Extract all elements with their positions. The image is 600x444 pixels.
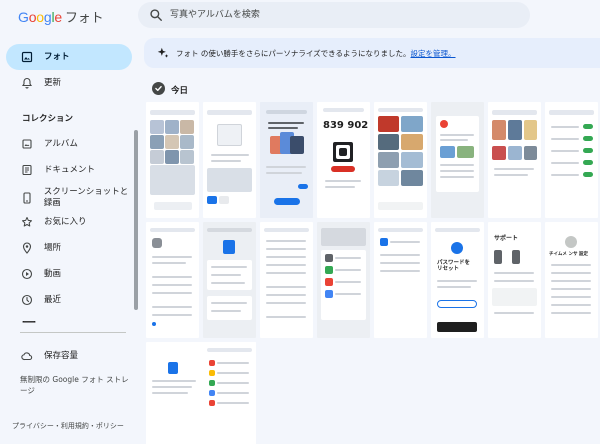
bell-icon (20, 76, 34, 90)
sidebar-item-more[interactable]: ー (6, 312, 132, 332)
photo-thumbnail[interactable] (374, 222, 427, 338)
google-photos-logo[interactable]: Google フォト (18, 7, 104, 26)
password-reset-title: パスワードを リセット (437, 260, 471, 272)
sidebar-item-photos[interactable]: フォト (6, 44, 132, 70)
sidebar-item-videos[interactable]: 動画 (6, 261, 132, 287)
photo-thumbnail[interactable] (203, 342, 256, 444)
sidebar-item-places[interactable]: 場所 (6, 235, 132, 261)
play-icon (20, 267, 34, 281)
sidebar-item-label: お気に入り (44, 216, 87, 227)
product-name: フォト (65, 11, 104, 26)
link-separator: ・ (88, 422, 96, 430)
sidebar-item-label: ー (21, 313, 38, 332)
photo-thumbnail[interactable] (545, 102, 598, 218)
sidebar-item-label: 場所 (44, 242, 62, 253)
policy-link[interactable]: ポリシー (96, 422, 124, 430)
screenshot-icon (20, 191, 34, 205)
date-heading: 今日 (171, 86, 189, 96)
sidebar-item-label: 最近 (44, 294, 62, 305)
sidebar-item-label: 保存容量 (44, 350, 79, 361)
search-icon[interactable] (149, 8, 163, 22)
photo-thumbnail[interactable] (260, 222, 313, 338)
sidebar-scrollbar[interactable] (134, 130, 138, 310)
logo-word: Google (18, 9, 62, 25)
sidebar-item-updates[interactable]: 更新 (6, 70, 132, 96)
storage-description: 無制限の Google フォト ストレージ (20, 375, 129, 395)
photo-thumbnail[interactable]: チイムメ ンサ 設定 (545, 222, 598, 338)
photo-thumbnail[interactable] (260, 102, 313, 218)
footer-links: プライバシー・利用規約・ポリシー (12, 421, 124, 431)
link-separator: ・ (53, 422, 61, 430)
check-icon (155, 85, 162, 92)
photo-thumbnail[interactable]: 839 902 (317, 102, 370, 218)
account-name: チイムメ ンサ 設定 (549, 252, 589, 257)
sidebar-item-label: ドキュメント (44, 164, 96, 175)
sidebar-item-label: 動画 (44, 268, 62, 279)
collection-heading: コレクション (22, 114, 74, 124)
sidebar-item-label: 更新 (44, 77, 62, 88)
photo-icon (20, 50, 34, 64)
sidebar-item-label: アルバム (44, 138, 78, 149)
verification-code: 839 902 (323, 120, 369, 131)
photo-grid: 839 902 パスワードを リセット サポート チイムメ ンサ 設定 (146, 102, 600, 444)
sidebar-item-label: フォト (44, 51, 70, 62)
photo-thumbnail[interactable] (374, 102, 427, 218)
photo-thumbnail[interactable] (203, 102, 256, 218)
photo-thumbnail[interactable] (203, 222, 256, 338)
search-bar[interactable] (138, 2, 530, 28)
search-input[interactable] (170, 6, 510, 24)
select-date-checkbox[interactable] (152, 82, 165, 95)
manage-settings-link[interactable]: 設定を管理。 (411, 49, 456, 58)
photo-thumbnail[interactable]: サポート (488, 222, 541, 338)
photo-thumbnail[interactable]: パスワードを リセット (431, 222, 484, 338)
cloud-icon (20, 349, 34, 363)
support-title: サポート (494, 235, 519, 242)
photo-thumbnail[interactable] (431, 102, 484, 218)
star-icon (20, 215, 34, 229)
personalization-banner: フォト の使い勝手をさらにパーソナライズできるようになりました。設定を管理。 (144, 38, 600, 68)
location-icon (20, 241, 34, 255)
sidebar-item-favorites[interactable]: お気に入り (6, 209, 132, 235)
photo-thumbnail[interactable] (146, 222, 199, 338)
document-icon (20, 163, 34, 177)
sidebar-item-albums[interactable]: アルバム (6, 131, 132, 157)
sidebar-item-storage[interactable]: 保存容量 (6, 343, 132, 369)
sidebar-divider (20, 332, 126, 333)
photo-thumbnail[interactable] (488, 102, 541, 218)
banner-text: フォト の使い勝手をさらにパーソナライズできるようになりました。 (176, 49, 411, 58)
sidebar-item-documents[interactable]: ドキュメント (6, 157, 132, 183)
album-icon (20, 137, 34, 151)
terms-link[interactable]: 利用規約 (61, 422, 89, 430)
photo-thumbnail[interactable] (146, 102, 199, 218)
sidebar-item-label: スクリーンショットと録画 (43, 187, 129, 208)
sparkle-icon (157, 47, 169, 58)
app-header: Google フォト (0, 0, 600, 30)
clock-icon (20, 293, 34, 307)
photo-thumbnail[interactable] (317, 222, 370, 338)
privacy-link[interactable]: プライバシー (12, 422, 54, 430)
banner-message: フォト の使い勝手をさらにパーソナライズできるようになりました。設定を管理。 (176, 48, 456, 59)
sidebar: フォト 更新 コレクション アルバム ドキュメント スクリーンショットと録画 お… (0, 40, 140, 444)
